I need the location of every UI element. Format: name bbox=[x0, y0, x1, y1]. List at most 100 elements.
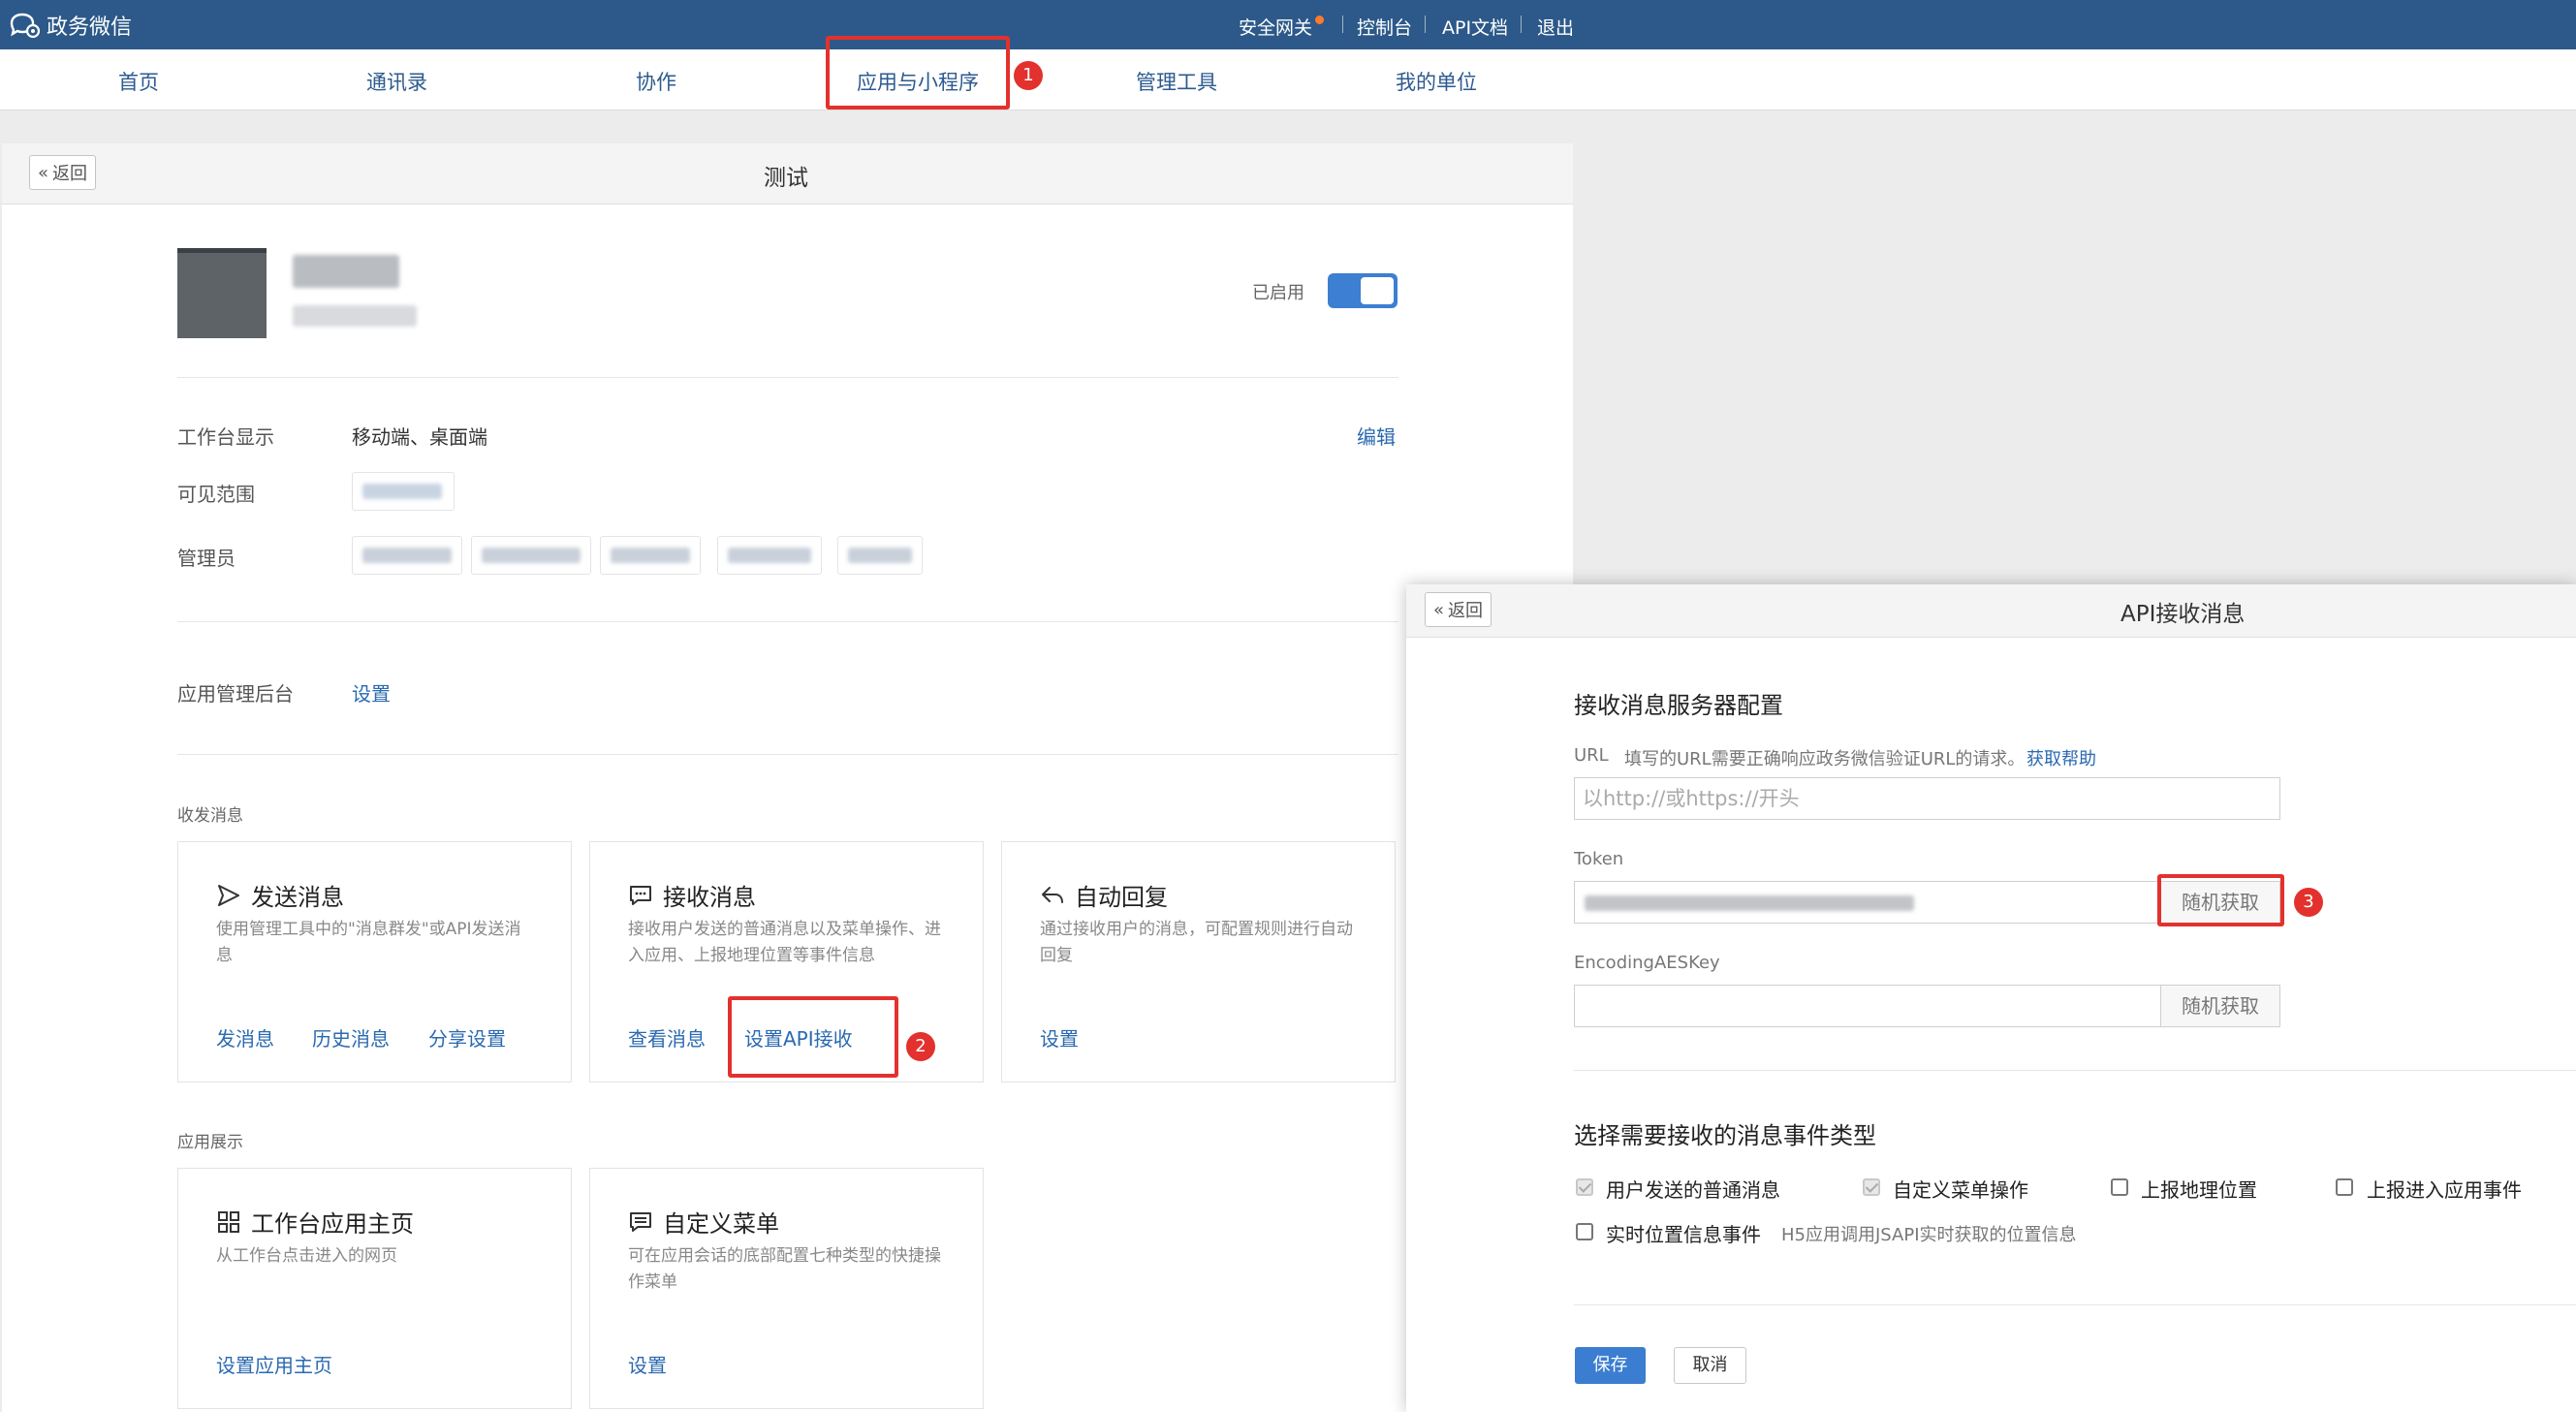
app-name bbox=[293, 255, 399, 288]
highlight-box bbox=[826, 36, 1010, 110]
grid-icon bbox=[218, 1210, 239, 1233]
report-location-checkbox[interactable] bbox=[2111, 1178, 2128, 1196]
send-icon bbox=[218, 884, 239, 906]
step-badge: 1 bbox=[1014, 61, 1043, 90]
message-history-link[interactable]: 历史消息 bbox=[312, 1023, 390, 1051]
enter-app-label: 上报进入应用事件 bbox=[2367, 1178, 2522, 1202]
auto-reply-settings-link[interactable]: 设置 bbox=[1040, 1023, 1079, 1051]
step-badge: 2 bbox=[906, 1032, 935, 1061]
divider bbox=[177, 754, 1398, 755]
nav-my-unit[interactable]: 我的单位 bbox=[1396, 67, 1477, 96]
enable-toggle[interactable] bbox=[1328, 273, 1398, 308]
api-docs-link[interactable]: API文档 bbox=[1442, 14, 1508, 40]
nav-management-tools[interactable]: 管理工具 bbox=[1136, 67, 1217, 96]
share-settings-link[interactable]: 分享设置 bbox=[428, 1023, 506, 1051]
console-link[interactable]: 控制台 bbox=[1357, 14, 1412, 40]
normal-message-label: 用户发送的普通消息 bbox=[1606, 1178, 1780, 1202]
app-id bbox=[293, 305, 417, 327]
card-title-text: 接收消息 bbox=[663, 884, 756, 911]
admin-tag bbox=[837, 536, 923, 575]
page-title: 测试 bbox=[764, 166, 808, 191]
logout-link[interactable]: 退出 bbox=[1537, 14, 1574, 40]
divider bbox=[1425, 16, 1426, 33]
highlight-box bbox=[2157, 874, 2284, 926]
dialog-back-button[interactable]: « 返回 bbox=[1425, 592, 1492, 627]
realtime-location-label: 实时位置信息事件 bbox=[1606, 1223, 1761, 1246]
step-badge: 3 bbox=[2294, 888, 2323, 917]
aes-random-button[interactable]: 随机获取 bbox=[2160, 985, 2280, 1027]
back-label: 返回 bbox=[52, 164, 88, 184]
reply-icon bbox=[1042, 886, 1063, 903]
section-messages: 收发消息 bbox=[177, 806, 243, 826]
card-description: 接收用户发送的普通消息以及菜单操作、进入应用、上报地理位置等事件信息 bbox=[628, 920, 941, 965]
cancel-button[interactable]: 取消 bbox=[1674, 1347, 1746, 1384]
double-chevron-left-icon: « bbox=[38, 162, 49, 183]
admin-label: 管理员 bbox=[177, 547, 236, 570]
card-title: 接收消息 bbox=[628, 878, 756, 912]
token-input[interactable] bbox=[1574, 881, 2161, 924]
card-description: 通过接收用户的消息，可配置规则进行自动回复 bbox=[1040, 920, 1353, 965]
custom-menu-settings-link[interactable]: 设置 bbox=[628, 1350, 667, 1378]
divider bbox=[1574, 1070, 2576, 1071]
backend-label: 应用管理后台 bbox=[177, 682, 294, 706]
divider bbox=[177, 377, 1398, 378]
admin-tag bbox=[600, 536, 701, 575]
app-avatar[interactable] bbox=[177, 248, 267, 338]
divider bbox=[1521, 16, 1522, 33]
divider bbox=[1574, 1304, 2576, 1305]
scope-label: 可见范围 bbox=[177, 483, 255, 506]
custom-menu-label: 自定义菜单操作 bbox=[1893, 1178, 2028, 1202]
back-label: 返回 bbox=[1448, 601, 1484, 621]
custom-menu-checkbox[interactable] bbox=[1863, 1178, 1880, 1196]
menu-icon bbox=[630, 1211, 651, 1232]
admin-tag bbox=[352, 536, 462, 575]
set-app-home-link[interactable]: 设置应用主页 bbox=[216, 1350, 332, 1378]
card-title: 自动回复 bbox=[1040, 878, 1168, 912]
token-label: Token bbox=[1574, 849, 1624, 869]
aes-key-input[interactable] bbox=[1574, 985, 2161, 1027]
enter-app-checkbox[interactable] bbox=[2336, 1178, 2353, 1196]
card-description: 使用管理工具中的"消息群发"或API发送消息 bbox=[216, 920, 521, 965]
scope-tag bbox=[352, 472, 455, 511]
realtime-location-hint: H5应用调用JSAPI实时获取的位置信息 bbox=[1781, 1225, 2077, 1245]
realtime-location-checkbox[interactable] bbox=[1576, 1223, 1593, 1240]
view-messages-link[interactable]: 查看消息 bbox=[628, 1023, 706, 1051]
main-nav: 首页 通讯录 协作 应用与小程序 管理工具 我的单位 bbox=[0, 49, 2576, 110]
status-label: 已启用 bbox=[1252, 283, 1304, 303]
send-message-link[interactable]: 发消息 bbox=[216, 1023, 274, 1051]
nav-collaboration[interactable]: 协作 bbox=[636, 67, 676, 96]
dialog-title: API接收消息 bbox=[2120, 602, 2246, 627]
card-title-text: 工作台应用主页 bbox=[251, 1210, 414, 1238]
card-title-text: 发送消息 bbox=[251, 884, 344, 911]
dialog-header bbox=[1406, 584, 2576, 638]
card-title-text: 自动回复 bbox=[1075, 884, 1168, 911]
double-chevron-left-icon: « bbox=[1433, 599, 1445, 620]
edit-link[interactable]: 编辑 bbox=[1357, 422, 1396, 450]
help-link[interactable]: 获取帮助 bbox=[2026, 745, 2096, 770]
admin-tag bbox=[717, 536, 822, 575]
nav-contacts[interactable]: 通讯录 bbox=[366, 67, 427, 96]
notification-dot bbox=[1315, 16, 1324, 24]
chat-icon bbox=[630, 885, 651, 905]
divider bbox=[1342, 16, 1343, 33]
card-description: 从工作台点击进入的网页 bbox=[216, 1246, 397, 1266]
back-button[interactable]: « 返回 bbox=[29, 155, 97, 190]
highlight-box bbox=[728, 996, 898, 1078]
url-input[interactable]: 以http://或https://开头 bbox=[1574, 777, 2280, 820]
aes-key-label: EncodingAESKey bbox=[1574, 953, 1720, 973]
url-hint: 填写的URL需要正确响应政务微信验证URL的请求。 bbox=[1624, 749, 2026, 769]
workbench-label: 工作台显示 bbox=[177, 425, 274, 449]
security-gateway-link[interactable]: 安全网关 bbox=[1239, 14, 1312, 40]
backend-settings-link[interactable]: 设置 bbox=[352, 678, 391, 706]
server-config-heading: 接收消息服务器配置 bbox=[1574, 692, 1783, 719]
nav-home[interactable]: 首页 bbox=[118, 67, 159, 96]
card-title: 发送消息 bbox=[216, 878, 344, 912]
card-title: 自定义菜单 bbox=[628, 1205, 779, 1239]
section-display: 应用展示 bbox=[177, 1133, 243, 1152]
report-location-label: 上报地理位置 bbox=[2141, 1178, 2257, 1202]
normal-message-checkbox[interactable] bbox=[1576, 1178, 1593, 1196]
admin-tag bbox=[471, 536, 591, 575]
workbench-value: 移动端、桌面端 bbox=[352, 425, 487, 449]
save-button[interactable]: 保存 bbox=[1575, 1347, 1646, 1384]
card-title: 工作台应用主页 bbox=[216, 1205, 414, 1239]
